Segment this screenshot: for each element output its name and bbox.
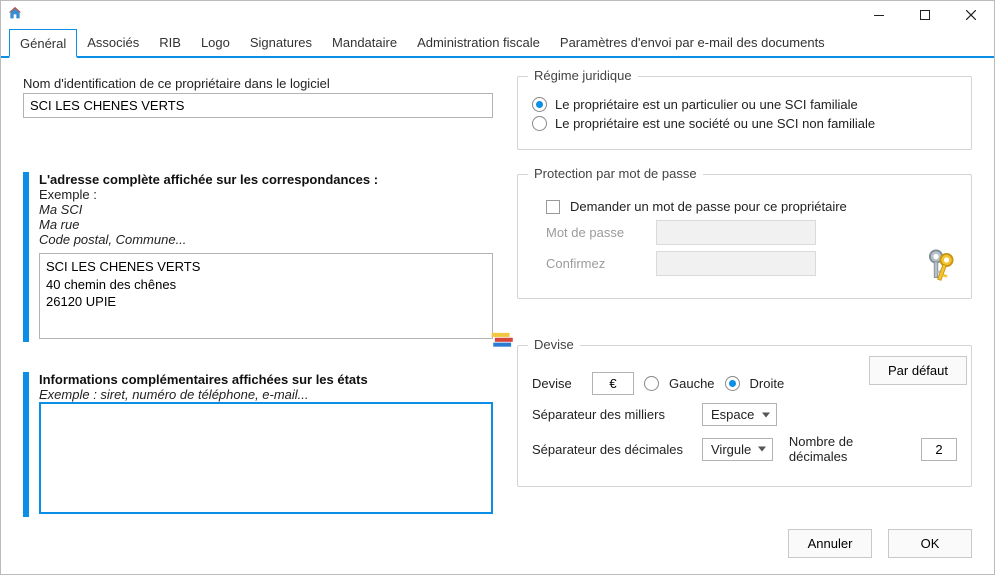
confirm-label: Confirmez (546, 256, 646, 271)
tab-email-params[interactable]: Paramètres d'envoi par e-mail des docume… (550, 29, 835, 56)
decimals-sep-label: Séparateur des décimales (532, 442, 692, 457)
regime-radio-societe[interactable] (532, 116, 547, 131)
password-input (656, 220, 816, 245)
tab-admin-fiscale[interactable]: Administration fiscale (407, 29, 550, 56)
info-hint: Exemple : siret, numéro de téléphone, e-… (39, 387, 493, 402)
address-accent-bar (23, 172, 29, 342)
info-title: Informations complémentaires affichées s… (39, 372, 493, 387)
keys-icon (922, 246, 964, 291)
decimals-count-label: Nombre de décimales (789, 434, 911, 464)
ident-label: Nom d'identification de ce propriétaire … (23, 76, 493, 91)
regime-group: Régime juridique Le propriétaire est un … (517, 76, 972, 150)
password-require-checkbox[interactable] (546, 200, 560, 214)
regime-radio-particulier[interactable] (532, 97, 547, 112)
close-button[interactable] (948, 1, 994, 29)
devise-symbol-input[interactable] (592, 372, 634, 395)
maximize-button[interactable] (902, 1, 948, 29)
regime-option-1: Le propriétaire est un particulier ou un… (555, 97, 858, 112)
password-group: Protection par mot de passe Demander un … (517, 174, 972, 299)
regime-option-2: Le propriétaire est une société ou une S… (555, 116, 875, 131)
regime-legend: Régime juridique (528, 68, 638, 83)
devise-side-right-radio[interactable] (725, 376, 740, 391)
tab-signatures[interactable]: Signatures (240, 29, 322, 56)
devise-side-left-label: Gauche (669, 376, 715, 391)
minimize-button[interactable] (856, 1, 902, 29)
address-example-l1: Ma SCI (39, 202, 493, 217)
house-icon (7, 5, 23, 26)
tab-associes[interactable]: Associés (77, 29, 149, 56)
books-icon (490, 328, 516, 357)
default-button[interactable]: Par défaut (869, 356, 967, 385)
tab-mandataire[interactable]: Mandataire (322, 29, 407, 56)
info-textarea[interactable] (39, 402, 493, 514)
info-accent-bar (23, 372, 29, 517)
decimals-count-input[interactable] (921, 438, 957, 461)
tabs: Général Associés RIB Logo Signatures Man… (1, 29, 994, 58)
password-checkbox-label: Demander un mot de passe pour ce proprié… (570, 199, 847, 214)
address-example-label: Exemple : (39, 187, 493, 202)
address-title: L'adresse complète affichée sur les corr… (39, 172, 493, 187)
decimals-sep-select[interactable]: Virgule (702, 438, 773, 461)
cancel-button[interactable]: Annuler (788, 529, 872, 558)
devise-group: Devise Par défaut Devise (517, 345, 972, 487)
ident-input[interactable] (23, 93, 493, 118)
ok-button[interactable]: OK (888, 529, 972, 558)
footer: Annuler OK (1, 529, 994, 574)
address-example-l2: Ma rue (39, 217, 493, 232)
tab-logo[interactable]: Logo (191, 29, 240, 56)
address-textarea[interactable] (39, 253, 493, 339)
devise-side-left-radio[interactable] (644, 376, 659, 391)
password-label: Mot de passe (546, 225, 646, 240)
devise-label: Devise (532, 376, 582, 391)
thousands-label: Séparateur des milliers (532, 407, 692, 422)
tab-rib[interactable]: RIB (149, 29, 191, 56)
address-example-l3: Code postal, Commune... (39, 232, 493, 247)
devise-legend: Devise (528, 337, 580, 352)
title-bar (1, 1, 994, 29)
password-legend: Protection par mot de passe (528, 166, 703, 181)
devise-side-right-label: Droite (750, 376, 785, 391)
thousands-select[interactable]: Espace (702, 403, 777, 426)
confirm-input (656, 251, 816, 276)
tab-general[interactable]: Général (9, 29, 77, 58)
